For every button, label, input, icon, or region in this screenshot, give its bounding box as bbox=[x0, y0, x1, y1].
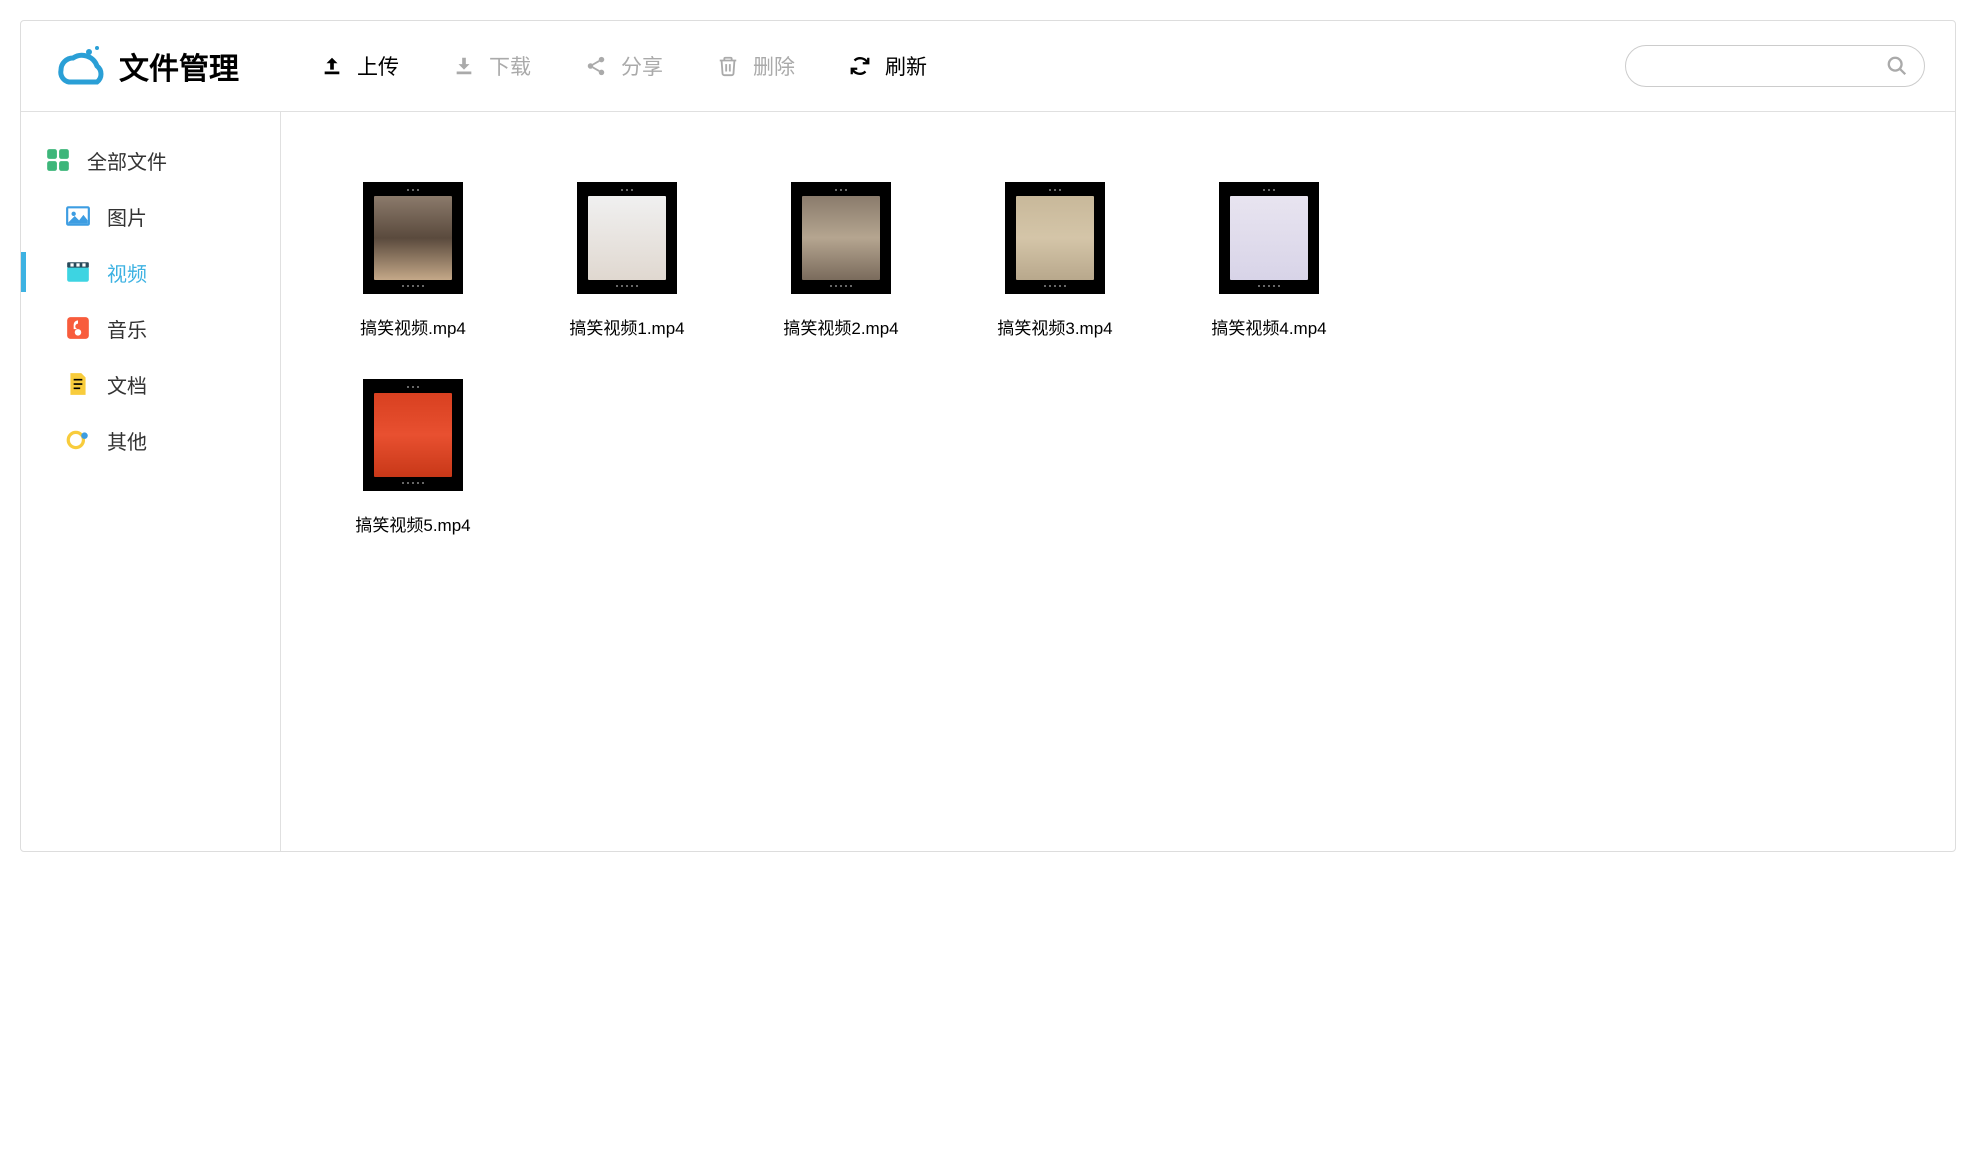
refresh-button[interactable]: 刷新 bbox=[827, 41, 949, 91]
app-title: 文件管理 bbox=[119, 44, 239, 88]
file-item[interactable]: 搞笑视频1.mp4 bbox=[535, 182, 719, 339]
sidebar: 全部文件 图片 bbox=[21, 112, 281, 851]
sidebar-item-images[interactable]: 图片 bbox=[21, 188, 280, 244]
sidebar-item-other[interactable]: 其他 bbox=[21, 412, 280, 468]
sidebar-item-all-files[interactable]: 全部文件 bbox=[21, 132, 280, 188]
upload-icon bbox=[321, 55, 343, 77]
sidebar-item-music[interactable]: 音乐 bbox=[21, 300, 280, 356]
content-area: 搞笑视频.mp4 搞笑视频1.mp4 bbox=[281, 112, 1955, 851]
document-icon bbox=[65, 371, 91, 397]
delete-label: 删除 bbox=[753, 51, 795, 81]
logo-section: 文件管理 bbox=[51, 38, 239, 94]
refresh-icon bbox=[849, 55, 871, 77]
file-name: 搞笑视频1.mp4 bbox=[569, 314, 684, 339]
file-item[interactable]: 搞笑视频2.mp4 bbox=[749, 182, 933, 339]
app-container: 文件管理 上传 下载 分享 bbox=[21, 21, 1955, 851]
sidebar-item-label: 视频 bbox=[107, 258, 147, 287]
search-box[interactable] bbox=[1625, 45, 1925, 87]
image-icon bbox=[65, 203, 91, 229]
file-item[interactable]: 搞笑视频4.mp4 bbox=[1177, 182, 1361, 339]
share-button[interactable]: 分享 bbox=[563, 41, 685, 91]
refresh-label: 刷新 bbox=[885, 51, 927, 81]
file-item[interactable]: 搞笑视频.mp4 bbox=[321, 182, 505, 339]
upload-label: 上传 bbox=[357, 51, 399, 81]
file-name: 搞笑视频4.mp4 bbox=[1211, 314, 1326, 339]
sidebar-item-documents[interactable]: 文档 bbox=[21, 356, 280, 412]
share-icon bbox=[585, 55, 607, 77]
search-input[interactable] bbox=[1642, 57, 1886, 75]
app-window: 文件管理 上传 下载 分享 bbox=[20, 20, 1956, 852]
file-name: 搞笑视频.mp4 bbox=[360, 314, 466, 339]
trash-icon bbox=[717, 55, 739, 77]
share-label: 分享 bbox=[621, 51, 663, 81]
file-grid: 搞笑视频.mp4 搞笑视频1.mp4 bbox=[321, 182, 1361, 536]
video-thumbnail bbox=[1005, 182, 1105, 294]
video-thumbnail bbox=[363, 182, 463, 294]
video-thumbnail bbox=[791, 182, 891, 294]
music-icon bbox=[65, 315, 91, 341]
video-thumbnail bbox=[363, 379, 463, 491]
file-name: 搞笑视频5.mp4 bbox=[355, 511, 470, 536]
sidebar-item-label: 音乐 bbox=[107, 314, 147, 343]
upload-button[interactable]: 上传 bbox=[299, 41, 421, 91]
other-icon bbox=[65, 427, 91, 453]
sidebar-item-label: 其他 bbox=[107, 426, 147, 455]
sidebar-item-videos[interactable]: 视频 bbox=[21, 244, 280, 300]
apps-icon bbox=[45, 147, 71, 173]
main-area: 全部文件 图片 bbox=[21, 111, 1955, 851]
search-icon bbox=[1886, 55, 1908, 77]
sidebar-item-label: 全部文件 bbox=[87, 146, 167, 175]
file-name: 搞笑视频3.mp4 bbox=[997, 314, 1112, 339]
video-icon bbox=[65, 259, 91, 285]
sidebar-item-label: 图片 bbox=[107, 202, 147, 231]
download-label: 下载 bbox=[489, 51, 531, 81]
video-thumbnail bbox=[1219, 182, 1319, 294]
file-name: 搞笑视频2.mp4 bbox=[783, 314, 898, 339]
file-item[interactable]: 搞笑视频5.mp4 bbox=[321, 379, 505, 536]
file-item[interactable]: 搞笑视频3.mp4 bbox=[963, 182, 1147, 339]
video-thumbnail bbox=[577, 182, 677, 294]
download-button[interactable]: 下载 bbox=[431, 41, 553, 91]
app-logo-icon bbox=[51, 38, 107, 94]
download-icon bbox=[453, 55, 475, 77]
delete-button[interactable]: 删除 bbox=[695, 41, 817, 91]
sidebar-item-label: 文档 bbox=[107, 370, 147, 399]
toolbar: 文件管理 上传 下载 分享 bbox=[21, 21, 1955, 111]
